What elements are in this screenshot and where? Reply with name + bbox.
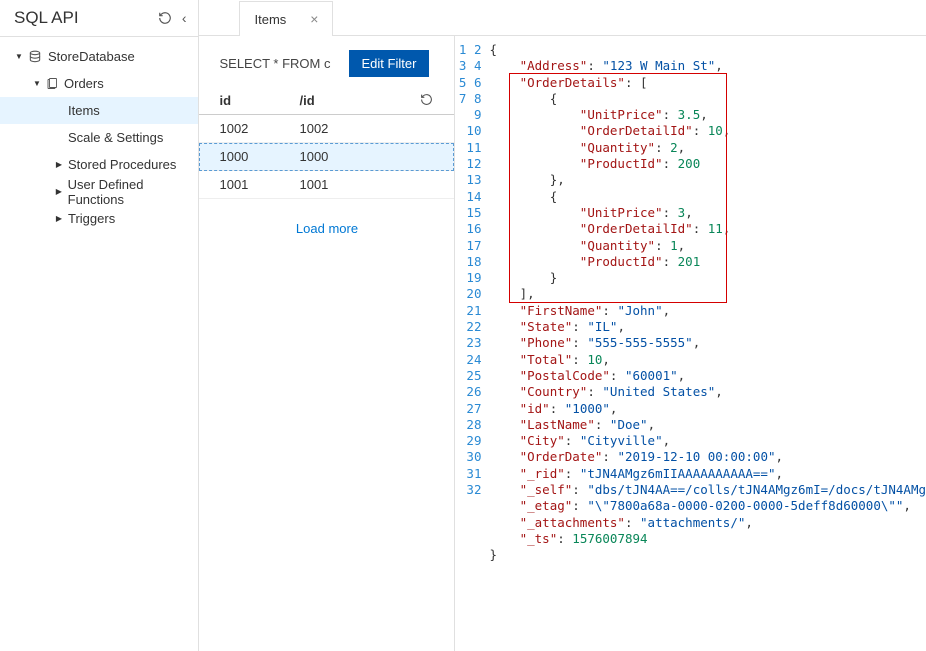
collection-node[interactable]: Orders [0,70,198,97]
cell-pk: 1000 [299,149,420,164]
tab-label: Items [254,12,286,27]
cell-id: 1002 [219,121,299,136]
tree-item-label: User Defined Functions [68,177,199,207]
chevron-down-icon [32,78,42,89]
table-row[interactable]: 10001000 [199,143,454,171]
tree-item-triggers[interactable]: Triggers [0,205,198,232]
tree-item-label: Triggers [68,211,115,226]
workspace: SELECT * FROM c Edit Filter id /id 10021… [199,36,926,651]
tree-item-scale-settings[interactable]: Scale & Settings [0,124,198,151]
tree-item-label: Scale & Settings [68,130,163,145]
col-id-header[interactable]: id [219,93,299,108]
collection-label: Orders [64,76,104,91]
tab-items[interactable]: Items × [239,1,333,36]
sidebar-title: SQL API [14,8,79,28]
tree-item-stored-procedures[interactable]: Stored Procedures [0,151,198,178]
collection-icon [46,77,58,91]
code-area[interactable]: { "Address": "123 W Main St", "OrderDeta… [489,42,926,651]
sidebar-header: SQL API ‹ [0,0,198,37]
load-more-link[interactable]: Load more [199,199,454,258]
collapse-icon[interactable]: ‹ [182,10,187,26]
chevron-right-icon [54,213,64,224]
tab-row: Items × [199,0,926,36]
cell-pk: 1001 [299,177,420,192]
refresh-grid-icon[interactable] [420,93,440,108]
tree-item-label: Stored Procedures [68,157,176,172]
chevron-right-icon [54,159,64,170]
db-label: StoreDatabase [48,49,135,64]
main: Items × SELECT * FROM c Edit Filter id /… [199,0,926,651]
tree-item-label: Items [68,103,100,118]
refresh-icon[interactable] [158,11,172,25]
db-node[interactable]: StoreDatabase [0,43,198,70]
database-icon [28,50,42,64]
grid-header: id /id [199,87,454,115]
close-icon[interactable]: × [310,11,318,27]
table-row[interactable]: 10021002 [199,115,454,143]
query-text: SELECT * FROM c [219,56,330,71]
line-gutter: 1 2 3 4 5 6 7 8 9 10 11 12 13 14 15 16 1… [455,42,489,651]
chevron-right-icon [54,186,64,197]
edit-filter-button[interactable]: Edit Filter [349,50,430,77]
table-row[interactable]: 10011001 [199,171,454,199]
tree: StoreDatabase Orders Items Scale & Settin… [0,37,198,651]
json-editor[interactable]: 1 2 3 4 5 6 7 8 9 10 11 12 13 14 15 16 1… [455,36,926,651]
tree-item-items[interactable]: Items [0,97,198,124]
cell-pk: 1002 [299,121,420,136]
cell-id: 1000 [219,149,299,164]
items-pane: SELECT * FROM c Edit Filter id /id 10021… [199,36,455,651]
chevron-down-icon [14,51,24,62]
col-pk-header[interactable]: /id [299,93,420,108]
sidebar: SQL API ‹ StoreDatabase Orders Items Scal… [0,0,199,651]
cell-id: 1001 [219,177,299,192]
tree-item-user-defined-functions[interactable]: User Defined Functions [0,178,198,205]
